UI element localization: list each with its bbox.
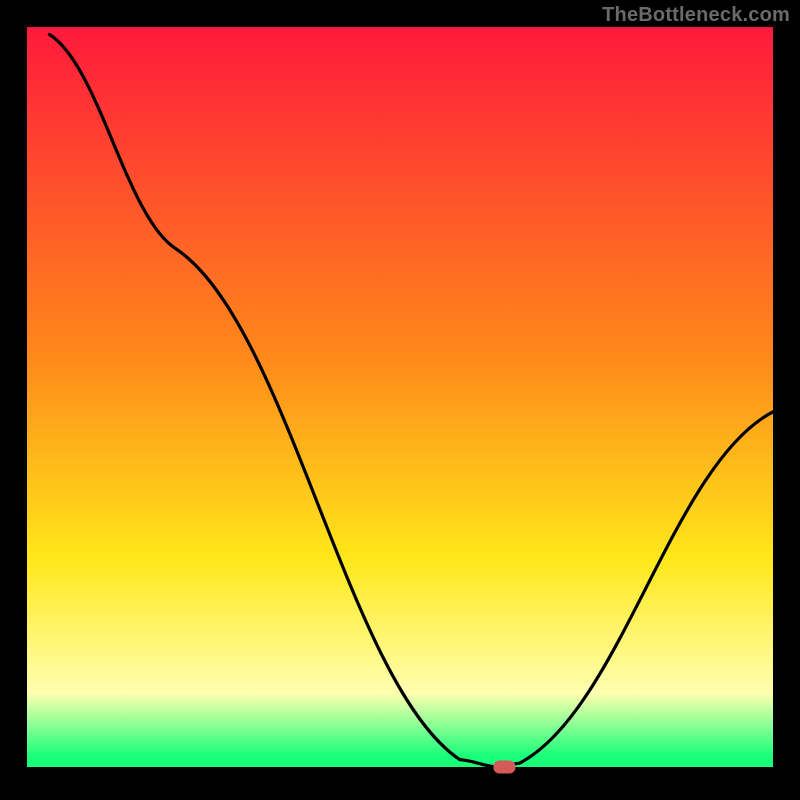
chart-frame: TheBottleneck.com bbox=[0, 0, 800, 800]
bottleneck-chart bbox=[0, 0, 800, 800]
minimum-marker bbox=[493, 761, 515, 774]
plot-background bbox=[27, 27, 773, 767]
watermark-text: TheBottleneck.com bbox=[602, 4, 790, 27]
